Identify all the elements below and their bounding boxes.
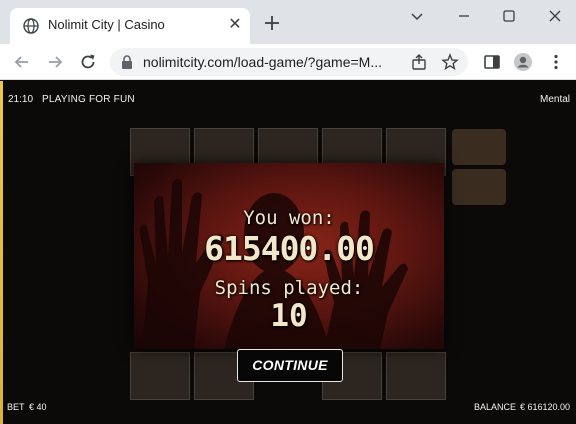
plus-icon[interactable] (262, 13, 282, 33)
balance-value: € 616120.00 (520, 402, 571, 412)
multiplier-tiles (452, 127, 508, 207)
profile-avatar-icon[interactable] (513, 52, 533, 72)
browser-tab-strip: Nolimit City | Casino ✕ (0, 0, 576, 44)
continue-button[interactable]: CONTINUE (237, 349, 343, 382)
bet-value[interactable]: € 40 (29, 402, 47, 412)
multiplier-tile (452, 129, 506, 165)
close-window-icon[interactable] (545, 6, 565, 26)
address-bar[interactable]: nolimitcity.com/load-game/?game=M... (110, 48, 468, 76)
forward-arrow-icon[interactable] (45, 52, 65, 72)
reel-symbol (386, 352, 446, 400)
back-arrow-icon[interactable] (12, 52, 32, 72)
maximize-icon[interactable] (499, 6, 519, 26)
spins-played-value: 10 (270, 298, 308, 334)
play-mode-label: PLAYING FOR FUN (42, 94, 135, 105)
win-amount: 615400.00 (204, 229, 375, 268)
multiplier-tile (452, 169, 506, 205)
share-icon[interactable] (410, 53, 428, 71)
win-summary-dialog: You won: 615400.00 Spins played: 10 (134, 163, 444, 349)
side-panel-icon[interactable] (482, 52, 502, 72)
tab-title: Nolimit City | Casino (48, 17, 165, 32)
game-clock: 21:10 (8, 94, 34, 105)
balance-label: BALANCE (474, 402, 517, 412)
browser-tab[interactable]: Nolimit City | Casino ✕ (10, 8, 250, 44)
bet-label: BET (7, 402, 25, 412)
star-icon[interactable] (441, 53, 459, 71)
close-icon[interactable]: ✕ (228, 17, 242, 33)
lock-icon[interactable] (120, 54, 134, 70)
left-edge-strip (0, 81, 3, 424)
browser-toolbar: nolimitcity.com/load-game/?game=M... (0, 44, 576, 80)
chevron-down-icon[interactable] (407, 6, 427, 26)
game-footer: BET € 40 BALANCE € 616120.00 (0, 394, 576, 424)
game-title: Mental (539, 94, 570, 105)
minimize-icon[interactable] (454, 6, 474, 26)
spins-played-label: Spins played: (214, 277, 364, 299)
game-canvas[interactable]: 21:10 PLAYING FOR FUN Mental You won: 61… (0, 81, 576, 424)
reel-symbol (130, 352, 190, 400)
globe-icon (23, 18, 39, 34)
reload-icon[interactable] (78, 52, 98, 72)
url-text[interactable]: nolimitcity.com/load-game/?game=M... (143, 54, 411, 70)
more-menu-icon[interactable] (546, 52, 566, 72)
you-won-label: You won: (243, 207, 335, 229)
